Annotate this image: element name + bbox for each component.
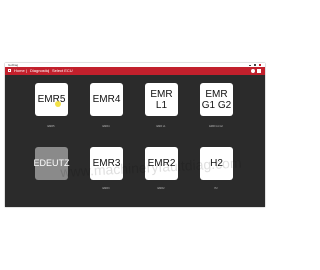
close-icon[interactable] — [259, 64, 261, 66]
tile-caption: EMR4 — [102, 125, 110, 128]
menu-bar: Home | Diagnostic | Select ECU — [5, 67, 265, 75]
maximize-icon[interactable] — [254, 64, 256, 66]
nav-separator: | — [48, 68, 50, 73]
ecu-tile-emr-g1-g2[interactable]: EMR G1 G2 — [200, 83, 233, 116]
ecu-tile-emr4[interactable]: EMR4 — [90, 83, 123, 116]
app-window: GoDiag Home | Diagnostic | Select ECU EM… — [5, 63, 265, 207]
tile-label: EMR L1 — [150, 88, 173, 111]
record-icon[interactable] — [251, 69, 255, 73]
nav-separator: | — [26, 68, 28, 73]
tile-caption: H2 — [214, 187, 218, 190]
tile-label: EMR G1 G2 — [201, 88, 232, 111]
ecu-tile-emr5[interactable]: EMR5 — [35, 83, 68, 116]
nav-home[interactable]: Home — [14, 67, 25, 75]
tile-caption: EMR2 — [157, 187, 165, 190]
nav-select-ecu[interactable]: Select ECU — [52, 67, 73, 75]
nav-diagnostic[interactable]: Diagnostic — [30, 67, 49, 75]
tile-caption: EMR3 — [102, 187, 110, 190]
tile-label: EMR4 — [92, 94, 121, 105]
ecu-tile-emr-l1[interactable]: EMR L1 — [145, 83, 178, 116]
tile-label: EMR5 — [37, 94, 66, 105]
tile-caption: EMR L1 — [156, 125, 166, 128]
tile-caption: EMR5 — [47, 125, 55, 128]
menu-icon[interactable] — [257, 69, 261, 73]
home-icon[interactable] — [8, 69, 11, 72]
mouse-pointer-highlight — [55, 101, 61, 107]
tile-caption: EMR G1 G2 — [209, 125, 223, 128]
